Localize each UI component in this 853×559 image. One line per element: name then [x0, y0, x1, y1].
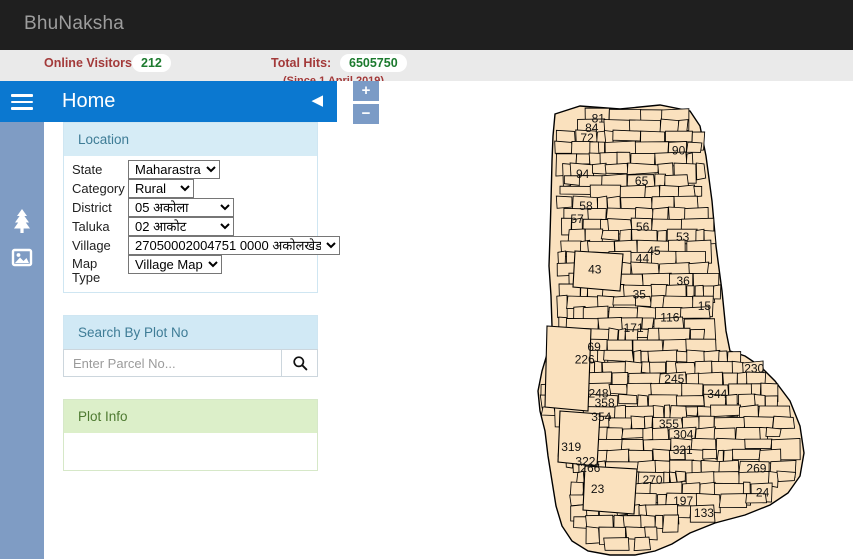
svg-text:94: 94	[576, 167, 590, 181]
svg-text:304: 304	[673, 427, 693, 441]
svg-text:344: 344	[707, 387, 727, 401]
svg-text:269: 269	[746, 461, 766, 475]
category-select[interactable]: Rural	[128, 179, 194, 198]
svg-text:270: 270	[643, 473, 663, 487]
svg-text:53: 53	[676, 230, 690, 244]
svg-text:57: 57	[570, 212, 584, 226]
svg-text:245: 245	[664, 372, 684, 386]
field-row-category: Category Rural	[64, 179, 317, 198]
svg-text:226: 226	[575, 353, 595, 367]
svg-text:358: 358	[595, 396, 615, 410]
svg-text:197: 197	[673, 494, 693, 508]
total-hits-value: 6505750	[340, 54, 407, 72]
page-title: Home	[62, 90, 116, 112]
district-select[interactable]: 05 अकोला	[128, 198, 234, 217]
svg-text:36: 36	[677, 274, 691, 288]
online-visitors-value: 212	[132, 54, 171, 72]
hamburger-icon	[11, 94, 33, 114]
field-row-district: District 05 अकोला	[64, 198, 317, 217]
hamburger-menu-button[interactable]	[0, 81, 44, 122]
sidebar-item-tree[interactable]	[0, 201, 44, 241]
field-row-village: Village 27050002004751 0000 अकोलखेड	[64, 236, 340, 255]
taluka-label: Taluka	[72, 219, 110, 234]
search-input[interactable]	[63, 349, 281, 377]
svg-text:56: 56	[636, 220, 650, 234]
location-card: Location State Maharastra Category Rural…	[63, 122, 340, 293]
field-row-state: State Maharastra	[64, 160, 317, 179]
svg-text:72: 72	[580, 131, 594, 145]
svg-text:65: 65	[635, 174, 649, 188]
category-label: Category	[72, 181, 125, 196]
tree-icon	[14, 209, 30, 233]
bhunaksha-app: BhuNaksha Online Visitors: 212 Total Hit…	[0, 0, 853, 559]
village-label: Village	[72, 238, 111, 253]
side-panel: Location State Maharastra Category Rural…	[44, 122, 340, 493]
svg-text:116: 116	[660, 310, 679, 324]
svg-text:230: 230	[744, 361, 764, 375]
sidebar-item-image[interactable]	[0, 239, 44, 279]
svg-text:23: 23	[591, 482, 605, 496]
svg-text:90: 90	[672, 143, 686, 157]
search-card-title: Search By Plot No	[63, 315, 318, 349]
svg-text:43: 43	[588, 263, 602, 277]
state-label: State	[72, 162, 103, 177]
svg-text:171: 171	[624, 321, 644, 335]
taluka-select[interactable]: 02 आकोट	[128, 217, 234, 236]
zoom-in-button[interactable]: +	[353, 81, 379, 101]
search-icon	[292, 356, 307, 371]
field-row-maptype: Map Type Village Map	[64, 255, 317, 286]
svg-text:24: 24	[756, 486, 770, 500]
village-select[interactable]: 27050002004751 0000 अकोलखेड	[128, 236, 340, 255]
svg-text:319: 319	[561, 440, 581, 454]
collapse-panel-button[interactable]: ◀	[311, 91, 323, 111]
plot-info-body	[64, 433, 317, 470]
image-icon	[11, 248, 33, 267]
district-label: District	[72, 200, 112, 215]
svg-text:266: 266	[580, 461, 600, 475]
svg-text:133: 133	[694, 506, 714, 520]
svg-text:44: 44	[636, 252, 650, 266]
maptype-label: Map Type	[72, 256, 101, 285]
online-visitors-label: Online Visitors:	[44, 56, 137, 70]
svg-text:58: 58	[579, 199, 593, 213]
search-button[interactable]	[281, 349, 318, 377]
total-hits-label: Total Hits:	[271, 56, 332, 70]
svg-text:15: 15	[698, 299, 712, 313]
panel-header: Home ◀	[44, 81, 337, 122]
icon-rail	[0, 81, 44, 559]
location-form: State Maharastra Category Rural District…	[64, 156, 340, 292]
svg-text:45: 45	[647, 244, 661, 258]
svg-text:321: 321	[673, 443, 693, 457]
field-row-taluka: Taluka 02 आकोट	[64, 217, 317, 236]
state-select[interactable]: Maharastra	[128, 160, 220, 179]
zoom-out-button[interactable]: −	[353, 104, 379, 124]
search-row	[63, 349, 318, 377]
maptype-select[interactable]: Village Map	[128, 255, 222, 274]
svg-text:354: 354	[591, 410, 611, 424]
svg-text:35: 35	[633, 288, 647, 302]
search-card: Search By Plot No	[63, 315, 318, 377]
app-title: BhuNaksha	[24, 13, 125, 34]
location-card-title: Location	[64, 123, 317, 156]
plot-info-card: Plot Info	[63, 399, 318, 471]
plot-info-title: Plot Info	[64, 400, 317, 433]
brand-bar: BhuNaksha	[0, 0, 853, 50]
zoom-controls[interactable]: + −	[353, 81, 379, 127]
